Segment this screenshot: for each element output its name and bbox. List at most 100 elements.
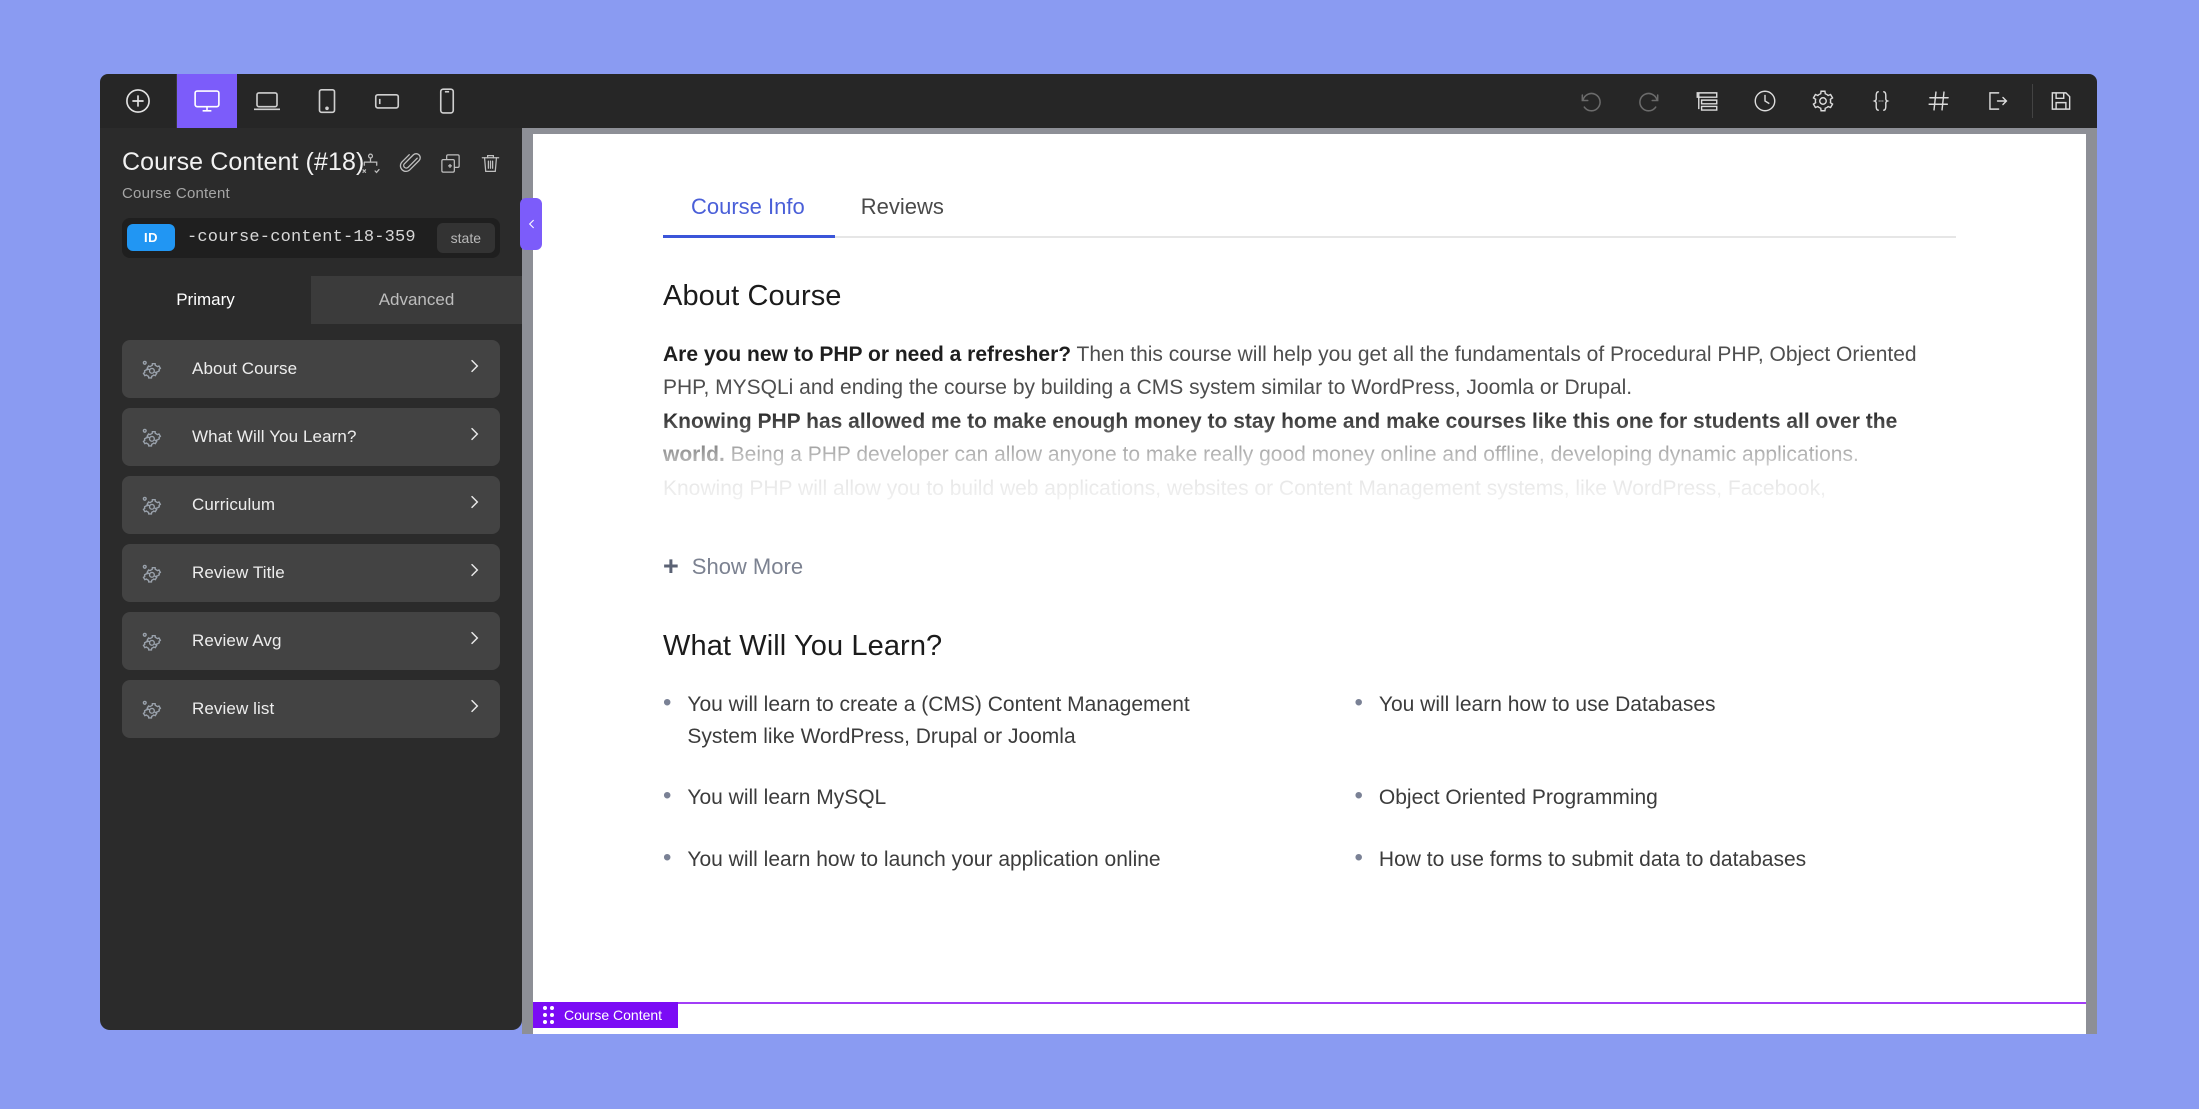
gear-settings-icon (140, 358, 192, 380)
undo-button[interactable] (1562, 74, 1620, 128)
learn-item-text: You will learn how to use Databases (1378, 693, 1716, 716)
paperclip-icon[interactable] (399, 152, 422, 180)
chevron-right-icon (466, 562, 482, 583)
about-course-heading: About Course (663, 280, 842, 312)
state-selector[interactable]: state (436, 222, 495, 253)
gear-settings-icon (140, 630, 192, 652)
list-item-review-list[interactable]: Review list (122, 679, 500, 738)
selection-outline (533, 1002, 2086, 1004)
device-tablet-landscape-button[interactable] (357, 74, 417, 128)
tab-advanced[interactable]: Advanced (311, 275, 522, 324)
history-button[interactable] (1736, 74, 1794, 128)
panel-header: Course Content (#18) Course Content (100, 128, 522, 202)
id-badge: ID (127, 224, 175, 251)
chevron-right-icon (466, 358, 482, 379)
bullet-icon: • (1354, 689, 1363, 716)
list-item-about-course[interactable]: About Course (122, 339, 500, 398)
list-item-label: Review Avg (192, 630, 282, 650)
plus-icon: + (663, 551, 679, 581)
list-item-what-will-you-learn[interactable]: What Will You Learn? (122, 407, 500, 466)
gear-settings-icon (140, 494, 192, 516)
learn-items-grid: • You will learn to create a (CMS) Conte… (663, 689, 1956, 875)
list-item-curriculum[interactable]: Curriculum (122, 475, 500, 534)
panel-action-icons (359, 152, 502, 180)
preview-page: Course Info Reviews About Course Are you… (533, 134, 2086, 1034)
redo-button[interactable] (1620, 74, 1678, 128)
layers-button[interactable] (1678, 74, 1736, 128)
element-label-text: Course Content (564, 1007, 663, 1023)
list-item-label: Curriculum (192, 494, 276, 514)
about-paragraph-1: Are you new to PHP or need a refresher? … (663, 339, 1956, 404)
settings-item-list: About Course What Will You Learn? Curric… (100, 324, 522, 738)
panel-collapse-toggle[interactable] (520, 198, 542, 250)
learn-item: • You will learn MySQL (663, 782, 1265, 814)
tab-reviews[interactable]: Reviews (833, 194, 972, 236)
gear-settings-icon (140, 698, 192, 720)
canvas-area: Course Info Reviews About Course Are you… (520, 128, 2097, 1034)
gear-settings-icon (140, 562, 192, 584)
code-button[interactable] (1852, 74, 1910, 128)
learn-item: • Object Oriented Programming (1355, 782, 1957, 814)
device-preview-group (177, 74, 477, 128)
save-button[interactable] (2039, 74, 2097, 128)
top-toolbar (100, 74, 2097, 128)
about-course-body: Are you new to PHP or need a refresher? … (663, 339, 1956, 529)
about-p1-bold: Are you new to PHP or need a refresher? (663, 343, 1072, 366)
learn-item-text: You will learn MySQL (687, 786, 887, 809)
gear-settings-icon (140, 426, 192, 448)
list-item-review-title[interactable]: Review Title (122, 543, 500, 602)
course-tabs: Course Info Reviews (663, 194, 1956, 238)
toolbar-right-actions (1562, 74, 2097, 128)
selected-element-label[interactable]: Course Content (533, 1002, 679, 1028)
learn-item-text: How to use forms to submit data to datab… (1378, 847, 1807, 871)
list-item-label: Review Title (192, 562, 285, 582)
what-will-you-learn-heading: What Will You Learn? (663, 630, 943, 662)
page-content: Course Info Reviews About Course Are you… (533, 134, 2086, 875)
page-builder-window: Course Content (#18) Course Content ID -… (100, 74, 2097, 1034)
about-p2-rest: Being a PHP developer can allow anyone t… (724, 442, 1859, 466)
element-id-field[interactable]: ID -course-content-18-359 state (122, 217, 500, 258)
chevron-right-icon (466, 630, 482, 651)
chevron-right-icon (466, 426, 482, 447)
list-item-label: Review list (192, 698, 275, 718)
settings-button[interactable] (1794, 74, 1852, 128)
panel-title: Course Content (#18) (122, 148, 365, 176)
learn-item-text: Object Oriented Programming (1378, 786, 1658, 809)
about-paragraph-2: Knowing PHP has allowed me to make enoug… (663, 406, 1956, 471)
duplicate-icon[interactable] (439, 152, 462, 180)
learn-item: • You will learn how to launch your appl… (663, 844, 1265, 876)
device-mobile-button[interactable] (417, 74, 477, 128)
bullet-icon: • (1354, 843, 1363, 871)
panel-tabs: Primary Advanced (100, 275, 522, 324)
exit-button[interactable] (1968, 74, 2026, 128)
about-paragraph-3: Knowing PHP will allow you to build web … (663, 477, 1826, 501)
bullet-icon: • (663, 843, 672, 871)
add-element-button[interactable] (100, 74, 177, 128)
learn-item: • You will learn to create a (CMS) Conte… (663, 689, 1265, 752)
show-more-button[interactable]: + Show More (663, 553, 1956, 580)
active-tab-underline (663, 235, 835, 238)
bullet-icon: • (663, 689, 672, 716)
show-more-label: Show More (691, 553, 804, 579)
drag-dots-icon[interactable] (543, 1006, 554, 1024)
list-item-label: About Course (192, 358, 298, 378)
toolbar-divider (2032, 84, 2033, 118)
device-laptop-button[interactable] (237, 74, 297, 128)
list-item-review-avg[interactable]: Review Avg (122, 611, 500, 670)
device-tablet-button[interactable] (297, 74, 357, 128)
grid-button[interactable] (1910, 74, 1968, 128)
trash-icon[interactable] (479, 152, 502, 180)
learn-item-text: You will learn to create a (CMS) Content… (687, 693, 1190, 748)
chevron-right-icon (466, 698, 482, 719)
conditions-icon[interactable] (359, 152, 382, 180)
learn-item: • How to use forms to submit data to dat… (1355, 844, 1957, 876)
learn-item: • You will learn how to use Databases (1355, 689, 1957, 752)
tab-course-info[interactable]: Course Info (663, 194, 833, 236)
bullet-icon: • (1354, 782, 1363, 809)
list-item-label: What Will You Learn? (192, 426, 357, 446)
tab-primary[interactable]: Primary (100, 275, 311, 324)
device-desktop-button[interactable] (177, 74, 237, 128)
element-settings-panel: Course Content (#18) Course Content ID -… (100, 128, 522, 1030)
chevron-right-icon (466, 494, 482, 515)
